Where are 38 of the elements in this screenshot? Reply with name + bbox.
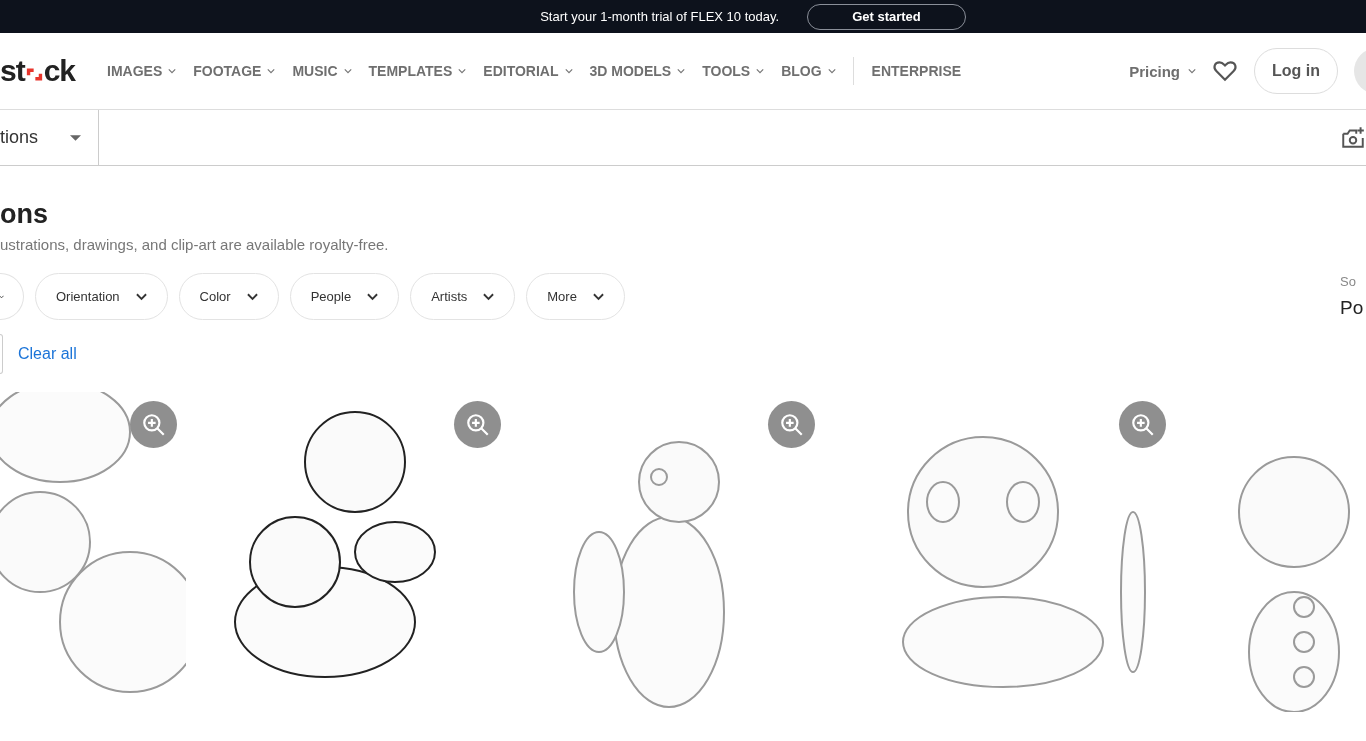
nav-link[interactable]: ENTERPRISE — [871, 63, 979, 79]
heart-icon[interactable] — [1212, 58, 1238, 84]
camera-plus-icon[interactable] — [1340, 124, 1366, 151]
nav-link[interactable]: FOOTAGE — [193, 63, 293, 79]
filter-chip[interactable]: Color — [178, 273, 279, 320]
nav-link[interactable]: EDITORIAL — [483, 63, 590, 79]
chevron-icon — [1188, 68, 1196, 74]
login-button[interactable]: Log in — [1254, 48, 1338, 94]
chevron-icon — [367, 292, 379, 301]
nav-link[interactable]: 3D MODELS — [589, 63, 703, 79]
promo-text: Start your 1-month trial of FLEX 10 today. — [540, 9, 780, 24]
chevron-icon — [246, 292, 258, 301]
zoom-in-icon — [464, 411, 491, 438]
nav-link[interactable]: MUSIC — [292, 63, 369, 79]
zoom-in-icon — [1129, 411, 1156, 438]
logo-text[interactable]: ck — [43, 54, 76, 88]
logo-text[interactable]: st — [0, 54, 25, 88]
sort-dropdown[interactable]: Po — [1340, 297, 1366, 319]
filter-chip[interactable]: Artists — [410, 273, 516, 320]
page-subtitle: ustrations, drawings, and clip-art are available royalty-free. — [0, 236, 390, 253]
zoom-in-icon — [778, 411, 805, 438]
caret-icon — [70, 134, 81, 141]
filter-chip[interactable]: Orientation — [35, 273, 168, 320]
chevron-icon — [592, 292, 604, 301]
zoom-in-icon — [140, 411, 167, 438]
clear-all-link[interactable]: Clear all — [18, 345, 77, 363]
nav-link[interactable]: BLOG — [781, 63, 853, 79]
filter-chip[interactable]: More — [526, 273, 625, 320]
nav-link[interactable]: TOOLS — [702, 63, 782, 79]
chevron-icon — [483, 292, 495, 301]
chevron-icon — [135, 292, 147, 301]
sort-label: So — [1340, 274, 1357, 289]
nav-link[interactable]: IMAGES — [107, 63, 194, 79]
filter-chip[interactable]: People — [289, 273, 400, 320]
nav-link[interactable]: TEMPLATES — [368, 63, 484, 79]
page-heading: ons — [0, 198, 49, 230]
search-type-dropdown[interactable]: tions — [0, 110, 99, 165]
pricing-link[interactable]: Pricing — [1129, 62, 1196, 80]
